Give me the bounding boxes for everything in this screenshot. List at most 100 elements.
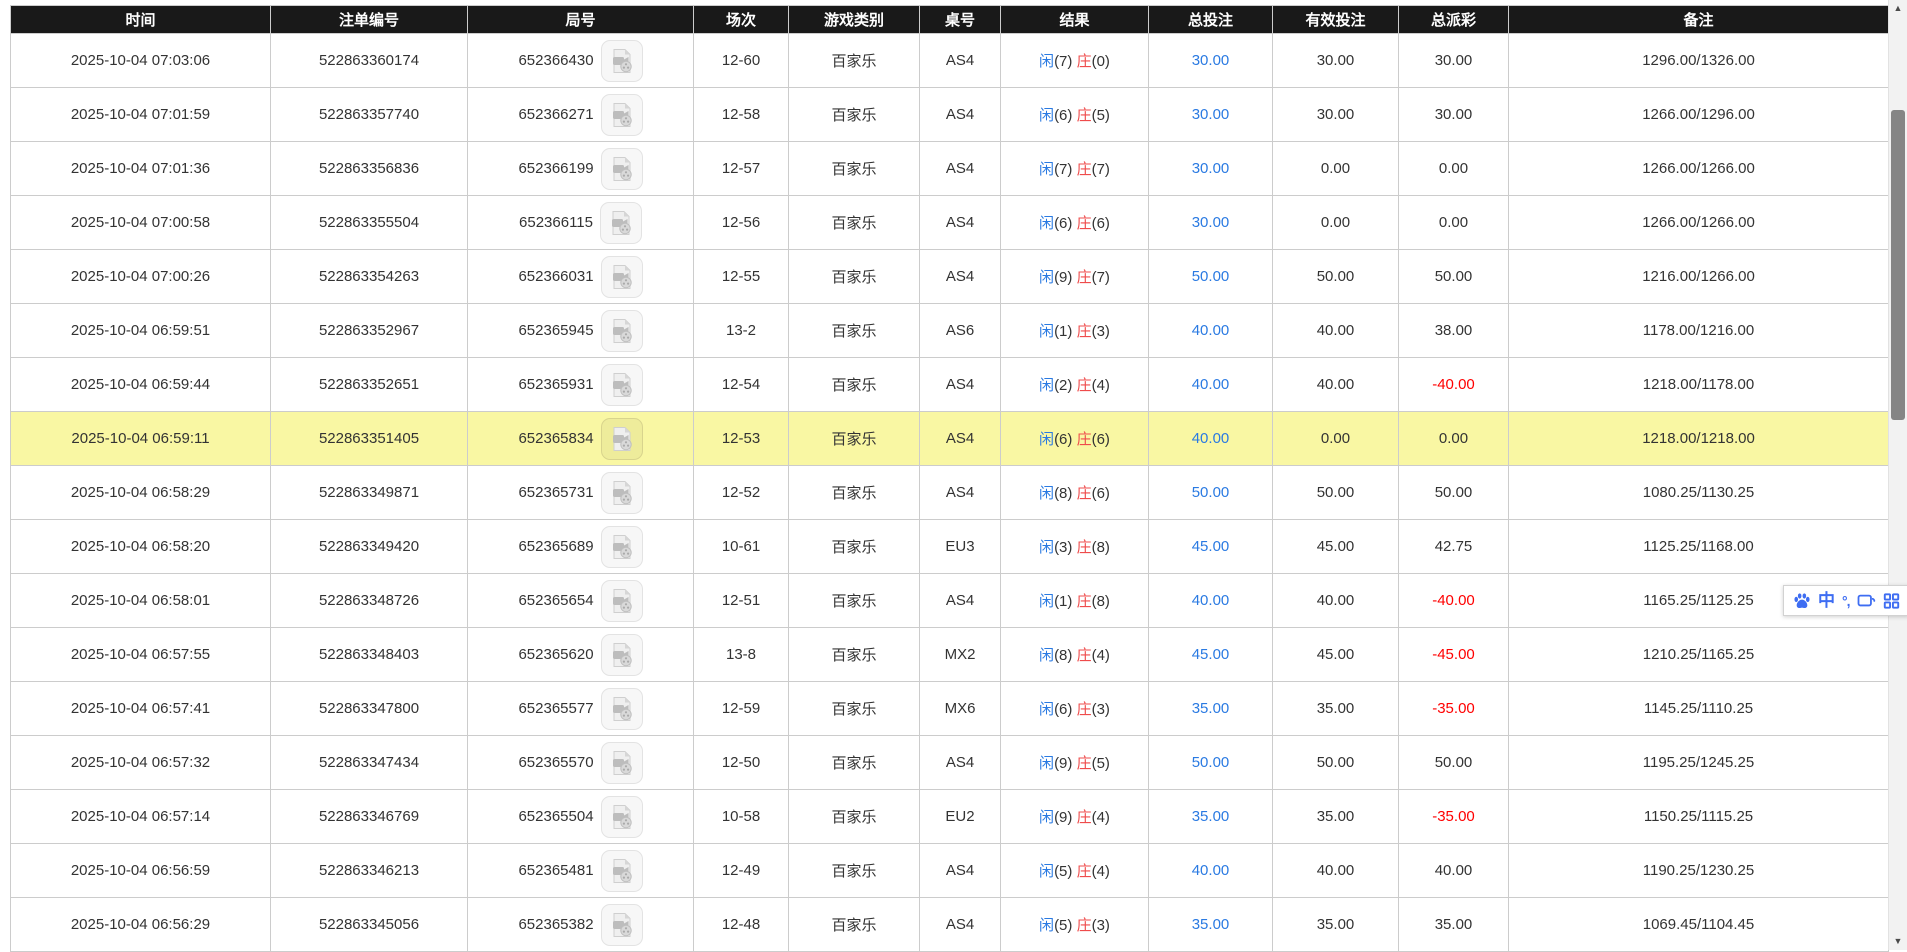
valid-bet-cell: 50.00 <box>1273 466 1399 520</box>
time-cell: 2025-10-04 06:57:41 <box>11 682 271 736</box>
video-replay-button[interactable] <box>601 850 643 892</box>
video-replay-button[interactable] <box>601 742 643 784</box>
punctuation-mode-icon[interactable]: °, <box>1842 594 1850 608</box>
round-no-cell: 652366115 <box>468 196 694 250</box>
game-type-cell: 百家乐 <box>789 304 920 358</box>
video-replay-button[interactable] <box>601 904 643 946</box>
total-bet-cell[interactable]: 45.00 <box>1192 646 1230 663</box>
total-bet-cell[interactable]: 40.00 <box>1192 430 1230 447</box>
table-row[interactable]: 2025-10-04 06:58:20 522863349420 6523656… <box>11 520 1889 574</box>
table-row[interactable]: 2025-10-04 07:00:26 522863354263 6523660… <box>11 250 1889 304</box>
game-type-cell: 百家乐 <box>789 682 920 736</box>
table-row[interactable]: 2025-10-04 06:59:44 522863352651 6523659… <box>11 358 1889 412</box>
total-bet-cell[interactable]: 50.00 <box>1192 484 1230 501</box>
bet-no-cell: 522863345056 <box>271 898 468 952</box>
table-row[interactable]: 2025-10-04 07:03:06 522863360174 6523664… <box>11 34 1889 88</box>
banker-score: (4) <box>1092 809 1110 826</box>
table-row[interactable]: 2025-10-04 06:57:41 522863347800 6523655… <box>11 682 1889 736</box>
video-replay-button[interactable] <box>601 256 643 298</box>
total-bet-cell[interactable]: 40.00 <box>1192 592 1230 609</box>
video-replay-button[interactable] <box>600 202 642 244</box>
player-label: 闲 <box>1039 917 1054 934</box>
game-type-cell: 百家乐 <box>789 844 920 898</box>
video-file-icon <box>610 750 634 776</box>
session-cell: 12-51 <box>694 574 789 628</box>
video-replay-button[interactable] <box>601 148 643 190</box>
total-bet-cell[interactable]: 50.00 <box>1192 268 1230 285</box>
scrollbar-thumb[interactable] <box>1891 110 1905 420</box>
video-replay-button[interactable] <box>601 688 643 730</box>
game-type-cell: 百家乐 <box>789 466 920 520</box>
result-cell: 闲(2) 庄(4) <box>1001 358 1149 412</box>
total-bet-cell[interactable]: 30.00 <box>1192 214 1230 231</box>
total-bet-cell[interactable]: 30.00 <box>1192 160 1230 177</box>
video-replay-button[interactable] <box>601 796 643 838</box>
table-row[interactable]: 2025-10-04 06:57:14 522863346769 6523655… <box>11 790 1889 844</box>
banker-score: (4) <box>1092 863 1110 880</box>
player-label: 闲 <box>1039 431 1054 448</box>
table-row[interactable]: 2025-10-04 06:56:29 522863345056 6523653… <box>11 898 1889 952</box>
session-cell: 13-2 <box>694 304 789 358</box>
total-bet-cell-wrap: 30.00 <box>1149 196 1273 250</box>
video-replay-button[interactable] <box>601 310 643 352</box>
valid-bet-cell: 0.00 <box>1273 142 1399 196</box>
total-bet-cell[interactable]: 50.00 <box>1192 754 1230 771</box>
table-no-cell: AS4 <box>920 34 1001 88</box>
total-bet-cell[interactable]: 35.00 <box>1192 808 1230 825</box>
video-replay-button[interactable] <box>601 472 643 514</box>
banker-label: 庄 <box>1077 917 1092 934</box>
payout-cell: 42.75 <box>1399 520 1509 574</box>
total-bet-cell[interactable]: 35.00 <box>1192 700 1230 717</box>
video-file-icon <box>610 318 634 344</box>
video-replay-button[interactable] <box>601 418 643 460</box>
video-replay-button[interactable] <box>601 364 643 406</box>
chinese-mode-icon[interactable]: 中 <box>1818 592 1835 609</box>
total-bet-cell[interactable]: 35.00 <box>1192 916 1230 933</box>
video-replay-button[interactable] <box>601 94 643 136</box>
column-header-total-bet: 总投注 <box>1149 6 1273 34</box>
scroll-down-arrow-icon[interactable]: ▼ <box>1889 933 1907 950</box>
payout-cell: -35.00 <box>1399 682 1509 736</box>
table-no-cell: AS4 <box>920 574 1001 628</box>
table-row[interactable]: 2025-10-04 06:57:55 522863348403 6523656… <box>11 628 1889 682</box>
video-replay-button[interactable] <box>601 634 643 676</box>
player-label: 闲 <box>1039 539 1054 556</box>
valid-bet-cell: 50.00 <box>1273 736 1399 790</box>
table-row[interactable]: 2025-10-04 06:59:51 522863352967 6523659… <box>11 304 1889 358</box>
table-row[interactable]: 2025-10-04 06:58:29 522863349871 6523657… <box>11 466 1889 520</box>
valid-bet-cell: 30.00 <box>1273 34 1399 88</box>
video-replay-button[interactable] <box>601 526 643 568</box>
remark-cell: 1266.00/1266.00 <box>1509 142 1889 196</box>
table-row[interactable]: 2025-10-04 07:01:59 522863357740 6523662… <box>11 88 1889 142</box>
vertical-scrollbar[interactable]: ▲ ▼ <box>1888 0 1907 950</box>
player-score: (8) <box>1054 647 1072 664</box>
table-row[interactable]: 2025-10-04 06:57:32 522863347434 6523655… <box>11 736 1889 790</box>
scroll-up-arrow-icon[interactable]: ▲ <box>1889 0 1907 17</box>
session-cell: 12-57 <box>694 142 789 196</box>
game-type-cell: 百家乐 <box>789 520 920 574</box>
total-bet-cell[interactable]: 45.00 <box>1192 538 1230 555</box>
table-row[interactable]: 2025-10-04 06:59:11 522863351405 6523658… <box>11 412 1889 466</box>
total-bet-cell[interactable]: 30.00 <box>1192 106 1230 123</box>
payout-cell: 38.00 <box>1399 304 1509 358</box>
player-label: 闲 <box>1039 269 1054 286</box>
video-replay-button[interactable] <box>601 40 643 82</box>
banker-label: 庄 <box>1077 161 1092 178</box>
player-label: 闲 <box>1039 701 1054 718</box>
banker-label: 庄 <box>1077 755 1092 772</box>
banker-label: 庄 <box>1077 809 1092 826</box>
table-row[interactable]: 2025-10-04 07:00:58 522863355504 6523661… <box>11 196 1889 250</box>
total-bet-cell[interactable]: 40.00 <box>1192 322 1230 339</box>
table-row[interactable]: 2025-10-04 06:56:59 522863346213 6523654… <box>11 844 1889 898</box>
valid-bet-cell: 40.00 <box>1273 574 1399 628</box>
total-bet-cell[interactable]: 30.00 <box>1192 52 1230 69</box>
total-bet-cell[interactable]: 40.00 <box>1192 862 1230 879</box>
input-board-icon[interactable] <box>1857 593 1876 609</box>
session-cell: 12-50 <box>694 736 789 790</box>
total-bet-cell[interactable]: 40.00 <box>1192 376 1230 393</box>
table-row[interactable]: 2025-10-04 07:01:36 522863356836 6523661… <box>11 142 1889 196</box>
table-row[interactable]: 2025-10-04 06:58:01 522863348726 6523656… <box>11 574 1889 628</box>
baidu-paw-icon[interactable] <box>1793 592 1811 610</box>
video-replay-button[interactable] <box>601 580 643 622</box>
tools-grid-icon[interactable] <box>1883 593 1900 609</box>
